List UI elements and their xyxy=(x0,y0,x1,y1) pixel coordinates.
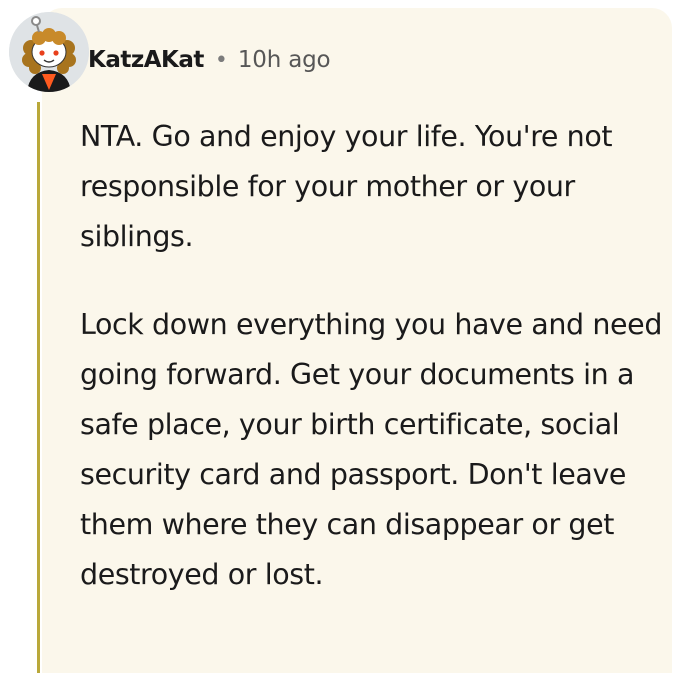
user-avatar[interactable] xyxy=(9,12,89,92)
meta-separator: • xyxy=(214,47,228,73)
comment-header: KatzAKat • 10h ago xyxy=(88,40,331,80)
snoo-avatar-icon xyxy=(9,12,89,92)
author-name[interactable]: KatzAKat xyxy=(88,47,204,73)
thread-line[interactable] xyxy=(37,102,40,673)
comment-body: NTA. Go and enjoy your life. You're not … xyxy=(80,112,665,600)
comment-paragraph: Lock down everything you have and need g… xyxy=(80,308,663,591)
comment-timestamp[interactable]: 10h ago xyxy=(238,47,331,73)
comment-paragraph: NTA. Go and enjoy your life. You're not … xyxy=(80,120,613,253)
